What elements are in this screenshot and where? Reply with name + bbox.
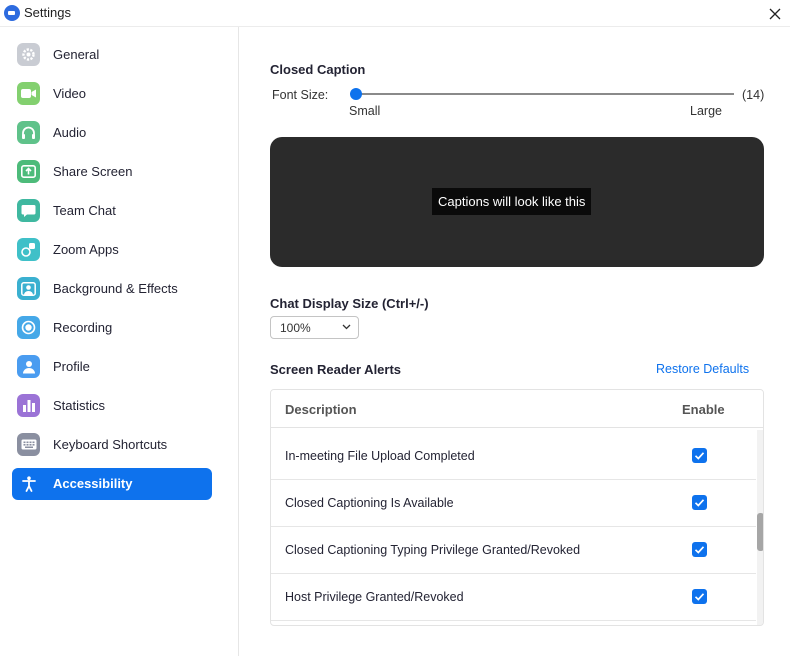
- sidebar-item-label: Team Chat: [53, 203, 116, 218]
- record-icon: [17, 316, 40, 339]
- sidebar-item-label: Accessibility: [53, 476, 133, 491]
- sidebar-item-statistics[interactable]: Statistics: [12, 390, 212, 422]
- closed-caption-heading: Closed Caption: [270, 62, 366, 77]
- sidebar-item-video[interactable]: Video: [12, 78, 212, 110]
- sidebar-item-profile[interactable]: Profile: [12, 351, 212, 383]
- sidebar-item-recording[interactable]: Recording: [12, 312, 212, 344]
- checkmark-icon: [694, 499, 705, 507]
- zoom-logo-icon: [4, 5, 20, 21]
- chevron-down-icon: [342, 324, 351, 330]
- table-row: Closed Captioning Is Available: [271, 480, 756, 527]
- chat-display-heading: Chat Display Size (Ctrl+/-): [270, 296, 429, 311]
- table-row: In-meeting File Upload Completed: [271, 433, 756, 480]
- share-screen-icon: [17, 160, 40, 183]
- settings-sidebar: General Video Audio Share Screen Team Ch…: [0, 27, 239, 656]
- enable-checkbox[interactable]: [692, 542, 707, 557]
- table-row: Closed Captioning Typing Privilege Grant…: [271, 527, 756, 574]
- sidebar-item-share-screen[interactable]: Share Screen: [12, 156, 212, 188]
- table-header: Description Enable: [271, 390, 763, 428]
- font-size-label: Font Size:: [272, 88, 329, 102]
- chat-display-size-dropdown[interactable]: 100%: [270, 316, 359, 339]
- sidebar-item-label: General: [53, 47, 100, 62]
- sidebar-item-label: Profile: [53, 359, 90, 374]
- column-header-enable: Enable: [682, 402, 725, 417]
- gear-icon: [17, 43, 40, 66]
- slider-max-label: Large: [690, 104, 722, 118]
- sidebar-item-label: Recording: [53, 320, 113, 335]
- font-size-slider-thumb[interactable]: [350, 88, 362, 100]
- close-icon: [769, 8, 781, 20]
- sidebar-item-label: Video: [53, 86, 87, 101]
- accessibility-panel: Closed Caption Font Size: (14) Small Lar…: [240, 27, 790, 656]
- sidebar-item-label: Zoom Apps: [53, 242, 119, 257]
- sidebar-item-accessibility[interactable]: Accessibility: [12, 468, 212, 500]
- table-scrollbar-thumb[interactable]: [757, 513, 763, 551]
- dropdown-selected-value: 100%: [280, 321, 311, 335]
- enable-checkbox[interactable]: [692, 495, 707, 510]
- checkmark-icon: [694, 546, 705, 554]
- title-bar: Settings: [0, 0, 790, 27]
- font-size-value: (14): [742, 88, 765, 102]
- chat-bubble-icon: [17, 199, 40, 222]
- sidebar-item-label: Background & Effects: [53, 281, 178, 296]
- alert-description: Host Privilege Granted/Revoked: [285, 590, 464, 604]
- sidebar-item-label: Audio: [53, 125, 87, 140]
- screen-reader-alerts-table: Description Enable In-meeting File Uploa…: [270, 389, 764, 626]
- checkmark-icon: [694, 593, 705, 601]
- person-background-icon: [17, 277, 40, 300]
- column-header-description: Description: [285, 402, 357, 417]
- bar-chart-icon: [17, 394, 40, 417]
- sidebar-item-audio[interactable]: Audio: [12, 117, 212, 149]
- headphones-icon: [17, 121, 40, 144]
- font-size-slider-track[interactable]: [356, 93, 734, 95]
- checkmark-icon: [694, 452, 705, 460]
- alert-description: Closed Captioning Typing Privilege Grant…: [285, 543, 581, 557]
- table-row: Host Privilege Granted/Revoked: [271, 574, 756, 621]
- restore-defaults-link[interactable]: Restore Defaults: [656, 362, 749, 376]
- alert-description: Closed Captioning Is Available: [285, 496, 454, 510]
- sidebar-item-label: Statistics: [53, 398, 106, 413]
- sidebar-item-label: Share Screen: [53, 164, 133, 179]
- alert-description: In-meeting File Upload Completed: [285, 449, 475, 463]
- enable-checkbox[interactable]: [692, 589, 707, 604]
- slider-min-label: Small: [349, 104, 381, 118]
- sidebar-item-team-chat[interactable]: Team Chat: [12, 195, 212, 227]
- enable-checkbox[interactable]: [692, 448, 707, 463]
- video-camera-icon: [17, 82, 40, 105]
- caption-preview: Captions will look like this: [270, 137, 764, 267]
- caption-preview-text: Captions will look like this: [432, 188, 592, 215]
- apps-icon: [17, 238, 40, 261]
- profile-icon: [17, 355, 40, 378]
- keyboard-icon: [17, 433, 40, 456]
- close-button[interactable]: [764, 3, 786, 25]
- sidebar-item-label: Keyboard Shortcuts: [53, 437, 168, 452]
- window-title: Settings: [24, 5, 71, 20]
- sidebar-item-zoom-apps[interactable]: Zoom Apps: [12, 234, 212, 266]
- sidebar-item-keyboard-shortcuts[interactable]: Keyboard Shortcuts: [12, 429, 212, 461]
- screen-reader-heading: Screen Reader Alerts: [270, 362, 402, 377]
- sidebar-item-background-effects[interactable]: Background & Effects: [12, 273, 212, 305]
- accessibility-icon: [17, 472, 40, 495]
- sidebar-item-general[interactable]: General: [12, 39, 212, 71]
